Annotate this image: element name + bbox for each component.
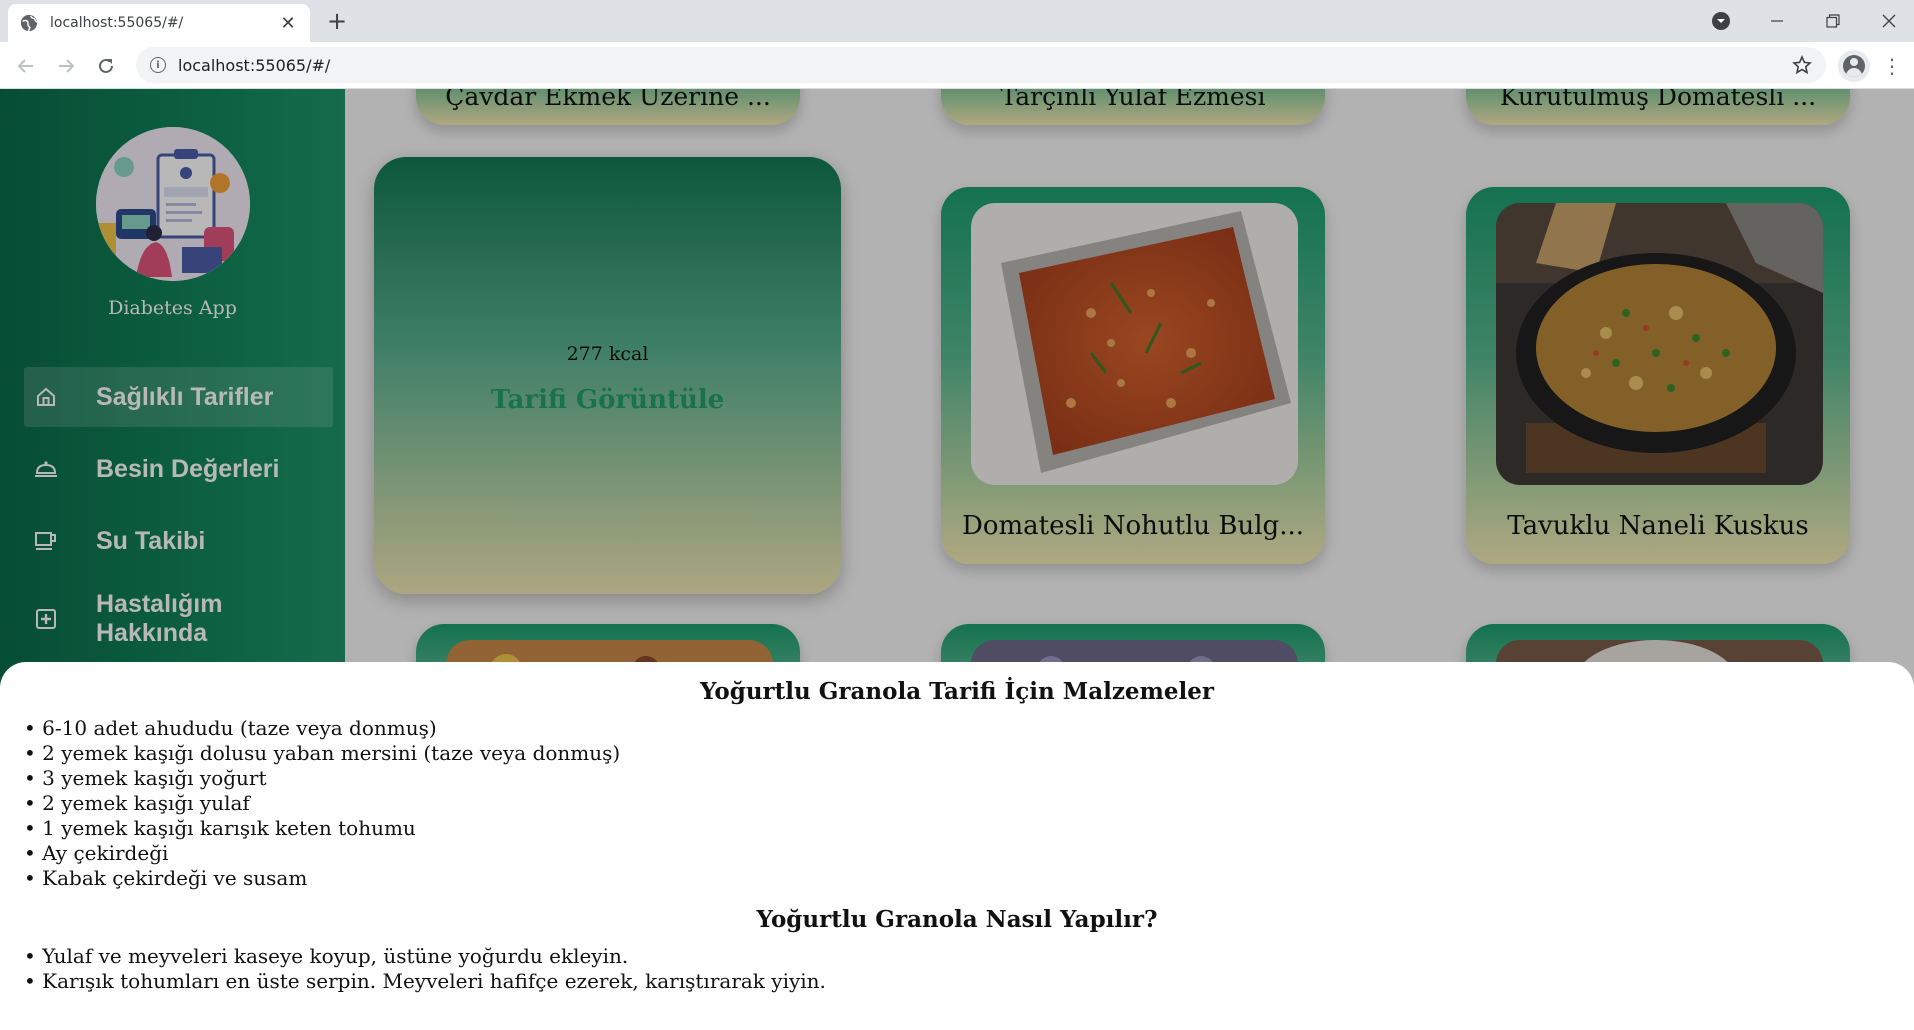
recipe-card[interactable]: Domatesli Nohutlu Bulg... — [941, 187, 1325, 564]
sidebar-item-label: Besin Değerleri — [96, 454, 280, 483]
restore-icon — [1826, 14, 1840, 28]
recipe-card-title: Tavuklu Naneli Kuskus — [1507, 511, 1809, 541]
minimize-button[interactable] — [1752, 0, 1802, 42]
sidebar-item-nutrition-values[interactable]: Besin Değerleri — [24, 439, 333, 499]
minimize-icon — [1771, 20, 1783, 22]
reload-icon — [99, 58, 113, 73]
sidebar-item-label: Su Takibi — [96, 526, 206, 555]
url-text: localhost:55065/#/ — [178, 55, 331, 75]
browser-tab[interactable]: localhost:55065/#/ ✕ — [8, 4, 310, 42]
close-window-button[interactable] — [1864, 0, 1914, 42]
arrow-left-icon — [17, 59, 33, 73]
browser-toolbar: i localhost:55065/#/ ⋮ — [0, 42, 1914, 89]
view-recipe-link[interactable]: Tarifi Görüntüle — [374, 385, 841, 415]
recipe-card-title: Kurutulmuş Domatesli ... — [1499, 89, 1817, 111]
chevron-down-circle-icon — [1712, 12, 1730, 30]
browser-menu-icon[interactable]: ⋮ — [1880, 50, 1904, 82]
recipe-card[interactable]: Tarçınlı Yulaf Ezmesi — [941, 89, 1325, 125]
steps-list: Yulaf ve meyveleri kaseye koyup, üstüne … — [24, 944, 826, 994]
arrow-right-icon — [59, 59, 75, 73]
new-tab-button[interactable]: + — [322, 8, 352, 36]
app-logo — [96, 127, 250, 281]
recipe-detail-sheet: Yoğurtlu Granola Tarifi İçin Malzemeler … — [0, 662, 1914, 1030]
person-icon — [1843, 55, 1865, 77]
site-info-icon[interactable]: i — [150, 57, 166, 73]
food-tray-icon — [34, 457, 58, 481]
recipe-card-title: Tarçınlı Yulaf Ezmesi — [1000, 89, 1266, 111]
list-item: Kabak çekirdeği ve susam — [24, 866, 620, 891]
browser-tab-strip: localhost:55065/#/ ✕ + — [0, 0, 1914, 42]
home-icon — [34, 385, 58, 409]
recipe-photo-bulgur — [971, 203, 1298, 485]
recipe-card[interactable]: Kurutulmuş Domatesli ... — [1466, 89, 1850, 125]
cup-icon — [34, 529, 58, 553]
back-button[interactable] — [10, 50, 42, 82]
ingredients-heading: Yoğurtlu Granola Tarifi İçin Malzemeler — [699, 678, 1215, 705]
sidebar-item-label: Sağlıklı Tarifler — [96, 382, 274, 411]
list-item: 2 yemek kaşığı dolusu yaban mersini (taz… — [24, 741, 620, 766]
recipe-card-title: Domatesli Nohutlu Bulg... — [962, 511, 1304, 541]
medical-plus-icon — [34, 607, 58, 631]
app-name: Diabetes App — [108, 297, 237, 319]
ingredients-list: 6-10 adet ahududu (taze veya donmuş) 2 y… — [24, 716, 620, 891]
list-item: 2 yemek kaşığı yulaf — [24, 791, 620, 816]
list-item: Yulaf ve meyveleri kaseye koyup, üstüne … — [24, 944, 826, 969]
recipe-photo-couscous — [1496, 203, 1823, 485]
steps-heading: Yoğurtlu Granola Nasıl Yapılır? — [756, 906, 1158, 933]
recipe-calories: 277 kcal — [566, 343, 649, 365]
list-item: Ay çekirdeği — [24, 841, 620, 866]
close-icon — [1882, 14, 1896, 28]
recipe-card[interactable]: Tavuklu Naneli Kuskus — [1466, 187, 1850, 564]
globe-icon — [20, 14, 38, 32]
sidebar-item-water-tracking[interactable]: Su Takibi — [24, 511, 333, 571]
list-item: 3 yemek kaşığı yoğurt — [24, 766, 620, 791]
sidebar-item-healthy-recipes[interactable]: Sağlıklı Tarifler — [24, 367, 333, 427]
bookmark-star-icon[interactable] — [1792, 55, 1812, 75]
sidebar-item-label: Hastalığım Hakkında — [96, 590, 223, 647]
sidebar-item-about-disease[interactable]: Hastalığım Hakkında — [24, 583, 333, 655]
list-item: 1 yemek kaşığı karışık keten tohumu — [24, 816, 620, 841]
restore-button[interactable] — [1808, 0, 1858, 42]
tab-search-button[interactable] — [1696, 0, 1746, 42]
recipe-card-title: Çavdar Ekmek Üzerine ... — [445, 89, 771, 111]
list-item: Karışık tohumları en üste serpin. Meyvel… — [24, 969, 826, 994]
profile-avatar[interactable] — [1838, 50, 1870, 82]
tab-close-icon[interactable]: ✕ — [278, 13, 298, 34]
tab-title: localhost:55065/#/ — [50, 15, 184, 31]
forward-button[interactable] — [50, 50, 82, 82]
reload-button[interactable] — [90, 50, 122, 82]
diabetes-logo-illustration — [96, 127, 250, 281]
app-viewport: Diabetes App Sağlıklı Tarifler Besin Değ… — [0, 89, 1914, 1030]
address-bar[interactable]: i localhost:55065/#/ — [136, 47, 1826, 83]
list-item: 6-10 adet ahududu (taze veya donmuş) — [24, 716, 620, 741]
recipe-card[interactable]: Çavdar Ekmek Üzerine ... — [416, 89, 800, 125]
recipe-card-hovered[interactable]: 277 kcal Tarifi Görüntüle — [374, 157, 841, 594]
